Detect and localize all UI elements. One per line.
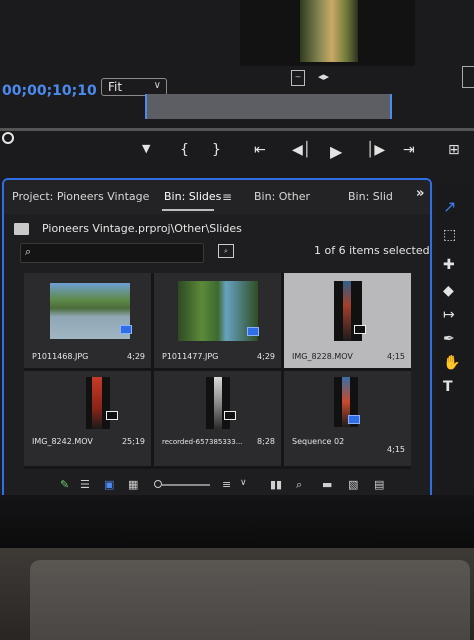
thumbnail-zoom-slider[interactable]: [162, 484, 210, 486]
tools-panel: ↗ ⬚ ✚ ◆ ↦ ✒ ✋ T: [437, 183, 474, 505]
add-marker-icon[interactable]: ▼: [142, 142, 150, 155]
selection-tool-icon[interactable]: ↗: [443, 197, 456, 216]
item-duration: 4;29: [127, 352, 145, 361]
find-icon[interactable]: ⌕: [296, 478, 302, 492]
resolution-button[interactable]: ‒: [291, 70, 305, 86]
tab-menu-icon[interactable]: ≡: [222, 190, 232, 204]
item-duration: 4;15: [387, 352, 405, 361]
item-duration: 25;19: [121, 437, 145, 446]
media-tile[interactable]: P1011477.JPG 4;29: [154, 273, 281, 368]
selection-status: 1 of 6 items selected: [314, 244, 430, 257]
video-badge-icon: [106, 411, 118, 420]
hand-tool-icon[interactable]: ✋: [443, 355, 460, 371]
ripple-edit-tool-icon[interactable]: ✚: [443, 257, 455, 273]
active-tab-underline: [162, 209, 214, 211]
monitor-bezel: [0, 495, 474, 555]
item-duration: 8;28: [257, 437, 275, 446]
button-editor-icon[interactable]: ⊞: [448, 142, 460, 158]
project-panel: Project: Pioneers Vintage Bin: Slides ≡ …: [2, 178, 432, 502]
zoom-scroll-bar[interactable]: [145, 94, 392, 119]
laptop-lid: [30, 560, 470, 640]
new-item-icon[interactable]: ▧: [348, 478, 358, 491]
item-name: IMG_8242.MOV: [32, 437, 93, 446]
bin-path: Pioneers Vintage.prproj\Other\Slides: [42, 222, 242, 235]
thumbnail: [178, 281, 258, 341]
chevron-down-icon: ∨: [153, 80, 161, 91]
media-tile[interactable]: Sequence 02 4;15: [284, 371, 411, 466]
tab-project[interactable]: Project: Pioneers Vintage: [12, 190, 149, 203]
thumbnail: [206, 377, 230, 429]
icon-view-icon[interactable]: ▣: [104, 478, 114, 491]
automate-to-sequence-icon[interactable]: ▮▮: [270, 478, 282, 491]
search-input[interactable]: ⌕: [20, 243, 204, 263]
program-monitor-video: [300, 0, 358, 62]
item-name: IMG_8228.MOV: [292, 352, 353, 361]
bin-folder-icon[interactable]: [14, 223, 29, 235]
chevron-down-icon[interactable]: ∨: [240, 478, 247, 488]
item-duration: 4;29: [257, 352, 275, 361]
mark-in-icon[interactable]: {: [180, 142, 189, 158]
go-to-out-icon[interactable]: ⇥: [403, 142, 415, 158]
zoom-level-value: Fit: [108, 80, 123, 94]
video-badge-icon: [354, 325, 366, 334]
item-name: P1011468.JPG: [32, 352, 89, 361]
playhead-track[interactable]: [0, 128, 474, 131]
sequence-badge-icon: [348, 415, 360, 424]
video-badge-icon: [224, 411, 236, 420]
tab-overflow-icon[interactable]: »: [416, 186, 424, 201]
slip-tool-icon[interactable]: ↦: [443, 307, 455, 323]
playhead-timecode[interactable]: 00;00;10;10: [2, 83, 97, 99]
tab-bin-other[interactable]: Bin: Other: [254, 190, 310, 203]
item-name: recorded-657385333...: [162, 438, 243, 446]
media-grid: P1011468.JPG 4;29 P1011477.JPG 4;29 IMG_…: [24, 273, 411, 469]
panel-tab-bar: Project: Pioneers Vintage Bin: Slides ≡ …: [4, 180, 430, 214]
item-name: P1011477.JPG: [162, 352, 219, 361]
media-tile-selected[interactable]: IMG_8228.MOV 4;15: [284, 273, 411, 368]
image-badge-icon: [120, 325, 132, 334]
sort-icon[interactable]: ≡: [222, 478, 231, 491]
freeform-view-icon[interactable]: ▦: [128, 478, 138, 491]
item-duration: 4;15: [387, 445, 405, 454]
pencil-icon[interactable]: ✎: [60, 478, 69, 491]
settings-icon[interactable]: [462, 66, 474, 88]
thumbnail: [86, 377, 110, 429]
go-to-in-icon[interactable]: ⇤: [254, 142, 266, 158]
mark-out-icon[interactable]: }: [212, 142, 221, 158]
media-tile[interactable]: recorded-657385333... 8;28: [154, 371, 281, 466]
media-tile[interactable]: IMG_8242.MOV 25;19: [24, 371, 151, 466]
item-name: Sequence 02: [292, 437, 345, 446]
razor-tool-icon[interactable]: ◆: [443, 283, 454, 299]
type-tool-icon[interactable]: T: [443, 379, 453, 395]
thumbnail-zoom-handle[interactable]: [154, 480, 162, 488]
new-search-bin-icon[interactable]: ⌕: [218, 244, 234, 258]
play-icon[interactable]: ▶: [330, 142, 342, 161]
thumbnail: [50, 283, 130, 339]
premiere-window: 00;00;10;10 Fit ∨ ‒ ◂▸ ▼ { } ⇤ ◀│ ▶ │▶ ⇥…: [0, 0, 474, 505]
search-icon: ⌕: [25, 245, 32, 258]
pen-tool-icon[interactable]: ✒: [443, 331, 455, 347]
playhead-handle[interactable]: [2, 132, 14, 144]
tab-bin-slides[interactable]: Bin: Slides: [164, 190, 221, 203]
media-tile[interactable]: P1011468.JPG 4;29: [24, 273, 151, 368]
audio-waveform-icon[interactable]: ◂▸: [318, 70, 329, 83]
step-back-icon[interactable]: ◀│: [292, 142, 311, 158]
new-bin-icon[interactable]: ▬: [322, 478, 332, 491]
trash-icon[interactable]: ▤: [374, 478, 384, 491]
list-view-icon[interactable]: ☰: [80, 478, 90, 491]
track-select-tool-icon[interactable]: ⬚: [443, 227, 456, 243]
tab-bin-slid[interactable]: Bin: Slid: [348, 190, 393, 203]
image-badge-icon: [247, 327, 259, 336]
step-forward-icon[interactable]: │▶: [366, 142, 385, 158]
